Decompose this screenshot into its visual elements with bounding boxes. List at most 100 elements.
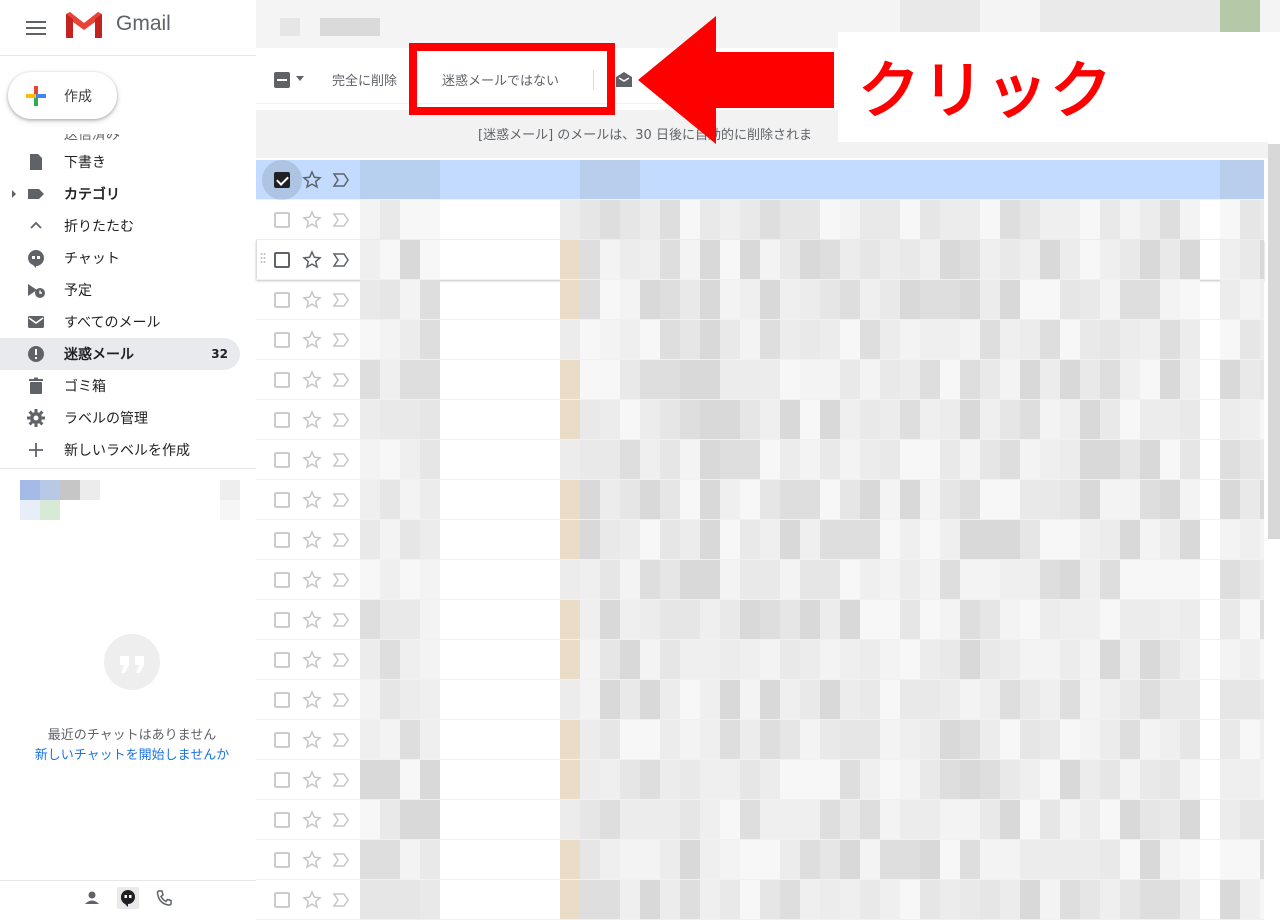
row-checkbox[interactable] <box>274 452 290 468</box>
mail-row[interactable] <box>256 600 1264 640</box>
important-marker-icon[interactable] <box>332 892 350 908</box>
important-marker-icon[interactable] <box>332 852 350 868</box>
important-marker-icon[interactable] <box>332 212 350 228</box>
important-marker-icon[interactable] <box>332 572 350 588</box>
mail-row[interactable] <box>256 680 1264 720</box>
star-icon[interactable] <box>302 210 322 230</box>
star-icon[interactable] <box>302 250 322 270</box>
sidebar-item-mail[interactable]: すべてのメール <box>0 306 240 338</box>
row-checkbox[interactable] <box>274 532 290 548</box>
mail-row[interactable] <box>256 760 1264 800</box>
mail-row[interactable] <box>256 480 1264 520</box>
important-marker-icon[interactable] <box>332 172 350 188</box>
hangouts-user-avatar[interactable] <box>20 480 240 520</box>
hangouts-icon[interactable] <box>117 887 139 909</box>
mail-row[interactable] <box>256 640 1264 680</box>
row-checkbox[interactable] <box>274 612 290 628</box>
star-icon[interactable] <box>302 770 322 790</box>
move-to-inbox-icon[interactable] <box>614 70 634 90</box>
row-checkbox[interactable] <box>274 212 290 228</box>
sidebar-item-scheduled[interactable]: 予定 <box>0 274 240 306</box>
important-marker-icon[interactable] <box>332 292 350 308</box>
star-icon[interactable] <box>302 690 322 710</box>
select-all-checkbox[interactable] <box>274 72 290 88</box>
compose-button[interactable]: 作成 <box>8 72 117 119</box>
row-checkbox[interactable] <box>274 692 290 708</box>
star-icon[interactable] <box>302 850 322 870</box>
important-marker-icon[interactable] <box>332 772 350 788</box>
row-checkbox[interactable] <box>274 892 290 908</box>
star-icon[interactable] <box>302 530 322 550</box>
mail-row[interactable] <box>256 440 1264 480</box>
star-icon[interactable] <box>302 890 322 910</box>
sidebar-item-chevron-up[interactable]: 折りたたむ <box>0 210 240 242</box>
row-checkbox[interactable] <box>274 332 290 348</box>
delete-forever-button[interactable]: 完全に削除 <box>332 70 397 89</box>
mail-row[interactable] <box>256 560 1264 600</box>
sidebar-item-gear[interactable]: ラベルの管理 <box>0 402 240 434</box>
mail-row[interactable] <box>256 840 1264 880</box>
star-icon[interactable] <box>302 610 322 630</box>
gmail-logo-icon[interactable] <box>64 10 104 40</box>
important-marker-icon[interactable] <box>332 452 350 468</box>
row-checkbox[interactable] <box>274 572 290 588</box>
sidebar-item-draft[interactable]: 下書き <box>0 146 240 178</box>
mail-row[interactable] <box>256 720 1264 760</box>
star-icon[interactable] <box>302 810 322 830</box>
start-chat-link[interactable]: 新しいチャットを開始しませんか <box>0 744 264 763</box>
mail-row[interactable] <box>256 360 1264 400</box>
important-marker-icon[interactable] <box>332 652 350 668</box>
important-marker-icon[interactable] <box>332 492 350 508</box>
sidebar-item-label[interactable]: カテゴリ <box>0 178 240 210</box>
row-checkbox[interactable] <box>274 652 290 668</box>
important-marker-icon[interactable] <box>332 612 350 628</box>
important-marker-icon[interactable] <box>332 332 350 348</box>
row-checkbox[interactable] <box>274 292 290 308</box>
star-icon[interactable] <box>302 410 322 430</box>
chevron-down-icon[interactable] <box>296 76 304 81</box>
row-checkbox[interactable] <box>274 852 290 868</box>
important-marker-icon[interactable] <box>332 732 350 748</box>
star-icon[interactable] <box>302 290 322 310</box>
mail-row[interactable] <box>256 160 1264 200</box>
important-marker-icon[interactable] <box>332 812 350 828</box>
row-checkbox[interactable] <box>274 492 290 508</box>
row-checkbox[interactable] <box>274 372 290 388</box>
mail-row[interactable] <box>256 320 1264 360</box>
star-icon[interactable] <box>302 650 322 670</box>
star-icon[interactable] <box>302 370 322 390</box>
sidebar-item-sent[interactable]: 送信済み <box>0 134 256 146</box>
mail-row[interactable] <box>256 400 1264 440</box>
drag-handle-icon[interactable] <box>260 252 266 268</box>
row-checkbox[interactable] <box>274 252 290 268</box>
star-icon[interactable] <box>302 730 322 750</box>
scrollbar[interactable] <box>1268 144 1280 539</box>
person-icon[interactable] <box>81 887 103 909</box>
star-icon[interactable] <box>302 170 322 190</box>
mail-row[interactable] <box>256 200 1264 240</box>
important-marker-icon[interactable] <box>332 372 350 388</box>
mail-row[interactable] <box>256 520 1264 560</box>
phone-icon[interactable] <box>153 887 175 909</box>
mail-row[interactable] <box>256 880 1264 920</box>
main-menu-icon[interactable] <box>24 16 48 40</box>
row-checkbox[interactable] <box>274 412 290 428</box>
mail-row[interactable] <box>256 240 1264 280</box>
row-checkbox[interactable] <box>274 772 290 788</box>
sidebar-item-chat[interactable]: チャット <box>0 242 240 274</box>
star-icon[interactable] <box>302 450 322 470</box>
mail-row[interactable] <box>256 800 1264 840</box>
important-marker-icon[interactable] <box>332 252 350 268</box>
star-icon[interactable] <box>302 490 322 510</box>
star-icon[interactable] <box>302 570 322 590</box>
important-marker-icon[interactable] <box>332 412 350 428</box>
sidebar-item-spam[interactable]: 迷惑メール 32 <box>0 338 240 370</box>
row-checkbox[interactable] <box>274 172 290 188</box>
expand-arrow-icon[interactable] <box>10 190 18 198</box>
mail-row[interactable] <box>256 280 1264 320</box>
star-icon[interactable] <box>302 330 322 350</box>
sidebar-item-plus[interactable]: 新しいラベルを作成 <box>0 434 240 466</box>
sidebar-item-trash[interactable]: ゴミ箱 <box>0 370 240 402</box>
row-checkbox[interactable] <box>274 812 290 828</box>
important-marker-icon[interactable] <box>332 692 350 708</box>
